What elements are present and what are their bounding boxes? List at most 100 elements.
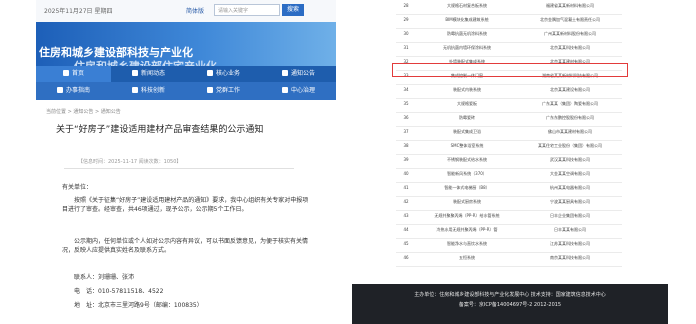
nav-innovation[interactable]: 科技创新 bbox=[111, 82, 186, 100]
address-value: 北京市三里河路9号（邮编：100835） bbox=[98, 302, 203, 309]
table-row: 42 装配式厨房系统 宁波某某厨具有限公司 bbox=[396, 196, 622, 211]
nav-notices[interactable]: 通知公告 bbox=[261, 66, 336, 82]
company-name: 某某住宅工业股份（集团）有限公司 bbox=[538, 143, 602, 148]
row-number: 43 bbox=[403, 213, 409, 218]
innovation-icon bbox=[131, 87, 138, 93]
row-number: 36 bbox=[403, 115, 409, 120]
row-number: 45 bbox=[403, 241, 409, 246]
contact-value: 刘珊珊、张沛 bbox=[98, 274, 135, 281]
party-icon bbox=[206, 87, 213, 93]
governance-icon bbox=[281, 87, 288, 93]
product-name: 防霉瓷砖 bbox=[459, 115, 475, 120]
article-paragraph-1: 按照《关于征集“好房子”建设适用建材产品的通知》要求，我中心组织有关专家对申报项… bbox=[62, 197, 309, 213]
row-number: 31 bbox=[403, 45, 409, 50]
row-number: 29 bbox=[403, 17, 409, 22]
table-row: 45 智能净水与直饮水系统 江苏某某科技有限公司 bbox=[396, 238, 622, 253]
nav-guide[interactable]: 办事指南 bbox=[36, 82, 111, 100]
phone-label: 电 话： bbox=[74, 288, 99, 295]
row-number: 28 bbox=[403, 3, 409, 8]
address-label: 地 址： bbox=[74, 302, 99, 309]
date-text: 2025年11月27日 星期四 bbox=[44, 8, 113, 15]
home-icon bbox=[62, 70, 69, 76]
product-name: 大规格瓷板 bbox=[457, 101, 477, 106]
table-row: 28 大规格石材复合板系统 福建省某某新材料有限公司 bbox=[396, 0, 622, 15]
table-row: 44 冷热水用无规共聚丙烯（PP-R）管 日丰某某有限公司 bbox=[396, 224, 622, 239]
product-name: 不锈钢装配式给水系统 bbox=[447, 157, 487, 162]
breadcrumb: 当前位置 > 通知公告 > 通知公告 bbox=[46, 109, 121, 115]
table-row: 37 装配式集成卫浴 佛山市某某建材有限公司 bbox=[396, 126, 622, 141]
product-name: SMC整体浴室系统 bbox=[450, 143, 484, 148]
row-number: 39 bbox=[403, 157, 409, 162]
row-number: 37 bbox=[403, 129, 409, 134]
table-row: 41 智能一体式电梯厨（B8） 杭州某某电器有限公司 bbox=[396, 182, 622, 197]
main-nav: 首页 新闻动态 核心业务 通知公告 bbox=[36, 66, 336, 82]
nav-news[interactable]: 新闻动态 bbox=[111, 66, 186, 82]
article-paragraph-2: 公示期内，任何单位或个人如对公示内容有异议，可以书面反馈意见，为便于核实有关情况… bbox=[62, 238, 309, 254]
table-row: 35 大规格瓷板 广东某某（集团）陶瓷有限公司 bbox=[396, 98, 622, 113]
company-name: 广东东鹏控股股份有限公司 bbox=[546, 115, 594, 120]
nav-label: 新闻动态 bbox=[140, 70, 165, 77]
search-button[interactable]: 搜索 bbox=[282, 4, 304, 16]
row-number: 30 bbox=[403, 31, 409, 36]
nav-label: 科技创新 bbox=[140, 87, 165, 94]
product-name: 智能净水与直饮水系统 bbox=[447, 241, 487, 246]
article-title: 关于“好房子”建设适用建材产品审查结果的公示通知 bbox=[56, 125, 264, 135]
news-icon bbox=[131, 70, 138, 76]
nav-party[interactable]: 党群工作 bbox=[186, 82, 261, 100]
product-name: BIM模块化集成建筑系统 bbox=[445, 17, 489, 22]
product-name: 五恒系统 bbox=[459, 255, 475, 260]
contact-row: 联系人：刘珊珊、张沛 bbox=[74, 272, 134, 281]
highlight-box bbox=[392, 63, 628, 77]
nav-home[interactable]: 首页 bbox=[36, 66, 111, 82]
article-page-panel: 2025年11月27日 星期四 简体版 请输入关键字 搜索 住房和城乡建设部科技… bbox=[36, 0, 336, 324]
product-name: 大规格石材复合板系统 bbox=[447, 3, 487, 8]
row-number: 46 bbox=[403, 255, 409, 260]
product-name: 防霉抗菌无机涂料系统 bbox=[447, 31, 487, 36]
company-name: 杭州某某电器有限公司 bbox=[550, 185, 590, 190]
top-bar: 2025年11月27日 星期四 简体版 请输入关键字 搜索 bbox=[36, 0, 336, 23]
nav-label: 党群工作 bbox=[215, 87, 240, 94]
phone-value: 010-57811518、4522 bbox=[98, 288, 164, 295]
company-name: 南京某某科技有限公司 bbox=[550, 255, 590, 260]
table-row: 36 防霉瓷砖 广东东鹏控股股份有限公司 bbox=[396, 112, 622, 127]
row-number: 42 bbox=[403, 199, 409, 204]
company-name: 福建省某某新材料有限公司 bbox=[546, 3, 594, 8]
company-name: 宁波某某厨具有限公司 bbox=[550, 199, 590, 204]
product-name: 装配式内装系统 bbox=[453, 87, 481, 92]
company-name: 北京金隅加气混凝土有限责任公司 bbox=[540, 17, 600, 22]
table-row: 29 BIM模块化集成建筑系统 北京金隅加气混凝土有限责任公司 bbox=[396, 14, 622, 29]
contact-label: 联系人： bbox=[74, 274, 99, 281]
row-number: 35 bbox=[403, 101, 409, 106]
version-link[interactable]: 简体版 bbox=[186, 6, 204, 15]
nav-label: 办事指南 bbox=[65, 87, 90, 94]
core-icon bbox=[206, 70, 213, 76]
site-footer: 主办单位：住房和城乡建设部科技与产业化发展中心 技术支持：国家建筑信息技术中心 … bbox=[352, 284, 668, 324]
secondary-nav: 办事指南 科技创新 党群工作 中心治理 bbox=[36, 82, 336, 100]
company-name: 广州某某新材料股份有限公司 bbox=[544, 31, 596, 36]
site-banner: 住房和城乡建设部科技与产业化 住房和城乡建设部住宅产业化 bbox=[36, 22, 336, 72]
nav-label: 中心治理 bbox=[290, 87, 315, 94]
phone-row: 电 话：010-57811518、4522 bbox=[74, 286, 163, 295]
search-input[interactable]: 请输入关键字 bbox=[214, 4, 280, 16]
company-name: 大金某某空调有限公司 bbox=[550, 171, 590, 176]
nav-core[interactable]: 核心业务 bbox=[186, 66, 261, 82]
company-name: 日丰某某有限公司 bbox=[554, 227, 586, 232]
product-name: 无规共聚聚丙烯（PP-R）给水管系统 bbox=[434, 213, 500, 218]
nav-governance[interactable]: 中心治理 bbox=[261, 82, 336, 100]
table-row: 46 五恒系统 南京某某科技有限公司 bbox=[396, 252, 622, 267]
row-number: 44 bbox=[403, 227, 409, 232]
row-number: 38 bbox=[403, 143, 409, 148]
company-name: 江苏某某科技有限公司 bbox=[550, 241, 590, 246]
salutation: 有关单位： bbox=[62, 184, 93, 191]
table-row: 39 不锈钢装配式给水系统 武汉某某科技有限公司 bbox=[396, 154, 622, 169]
table-row: 34 装配式内装系统 北京某某建设有限公司 bbox=[396, 84, 622, 99]
company-name: 佛山市某某建材有限公司 bbox=[548, 129, 592, 134]
company-name: 广东某某（集团）陶瓷有限公司 bbox=[542, 101, 598, 106]
row-number: 40 bbox=[403, 171, 409, 176]
company-name: 北京某某科技有限公司 bbox=[550, 45, 590, 50]
row-number: 41 bbox=[403, 185, 409, 190]
table-row: 31 无机抗菌内墙环保涂料系统 北京某某科技有限公司 bbox=[396, 42, 622, 57]
company-name: 北京某某建设有限公司 bbox=[550, 87, 590, 92]
nav-label: 首页 bbox=[71, 70, 84, 77]
product-name: 装配式厨房系统 bbox=[453, 199, 481, 204]
